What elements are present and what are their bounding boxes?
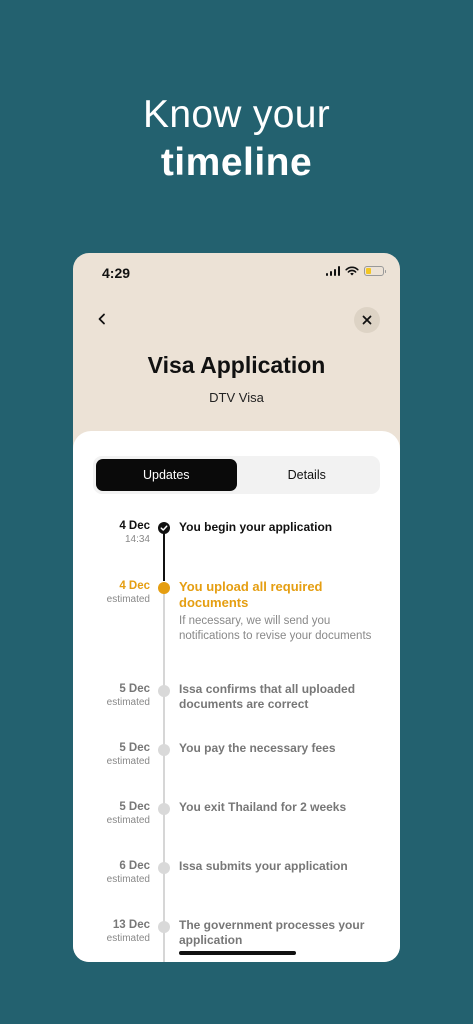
step-label: You exit Thailand for 2 weeks — [179, 800, 347, 814]
headline-line-2: timeline — [160, 141, 313, 184]
headline-line-1: Know your — [143, 93, 330, 136]
step-date: 5 Dec — [119, 742, 150, 754]
step-label: Issa submits your application — [179, 859, 348, 873]
step-date: 4 Dec — [119, 520, 150, 532]
step-time: estimated — [106, 874, 150, 885]
timeline: 4 Dec 14:34 You begin your application 4… — [73, 431, 400, 962]
step-status-dot — [158, 685, 170, 697]
chevron-left-icon — [98, 313, 105, 325]
timeline-connector-done — [163, 529, 165, 581]
step-time: estimated — [106, 933, 150, 944]
status-time: 4:29 — [102, 265, 131, 281]
step-description: If necessary, we will send you notificat… — [179, 615, 372, 642]
step-status-dot — [158, 522, 170, 534]
status-bar: 4:29 — [73, 253, 400, 293]
step-time: estimated — [106, 756, 150, 767]
checkmark-icon — [160, 525, 168, 531]
step-label: You upload all required documents — [179, 579, 323, 610]
home-indicator — [179, 951, 296, 955]
battery-icon — [364, 266, 386, 276]
step-label: Issa confirms that all uploaded document… — [179, 682, 356, 711]
page-subtitle: DTV Visa — [209, 390, 264, 405]
step-time: estimated — [106, 697, 150, 708]
step-date: 6 Dec — [119, 860, 150, 872]
wifi-icon — [345, 266, 359, 276]
step-date: 5 Dec — [119, 801, 150, 813]
step-date: 13 Dec — [112, 919, 150, 931]
step-time: 14:34 — [124, 534, 150, 545]
back-button[interactable] — [92, 309, 112, 329]
step-label: You pay the necessary fees — [179, 741, 336, 755]
headline: Know your timeline — [0, 92, 473, 188]
step-status-dot — [158, 744, 170, 756]
close-button[interactable] — [354, 307, 380, 333]
step-status-dot — [158, 921, 170, 933]
signal-icon — [325, 266, 340, 276]
step-status-dot — [158, 582, 170, 594]
step-date: 4 Dec — [119, 580, 150, 592]
page-title: Visa Application — [147, 352, 326, 378]
step-time: estimated — [106, 594, 150, 605]
status-icons — [325, 266, 386, 276]
timeline-connector — [163, 593, 165, 962]
close-icon — [362, 315, 372, 325]
step-time: estimated — [106, 815, 150, 826]
step-status-dot — [158, 803, 170, 815]
content-sheet: Updates Details 4 Dec 14:34 You begin yo… — [73, 431, 400, 962]
step-label: The government processes your applicatio… — [179, 918, 365, 947]
step-date: 5 Dec — [119, 683, 150, 695]
step-label: You begin your application — [179, 520, 333, 534]
phone-screen: 4:29 Visa Application DTV Visa Updates D… — [73, 253, 400, 962]
step-status-dot — [158, 862, 170, 874]
